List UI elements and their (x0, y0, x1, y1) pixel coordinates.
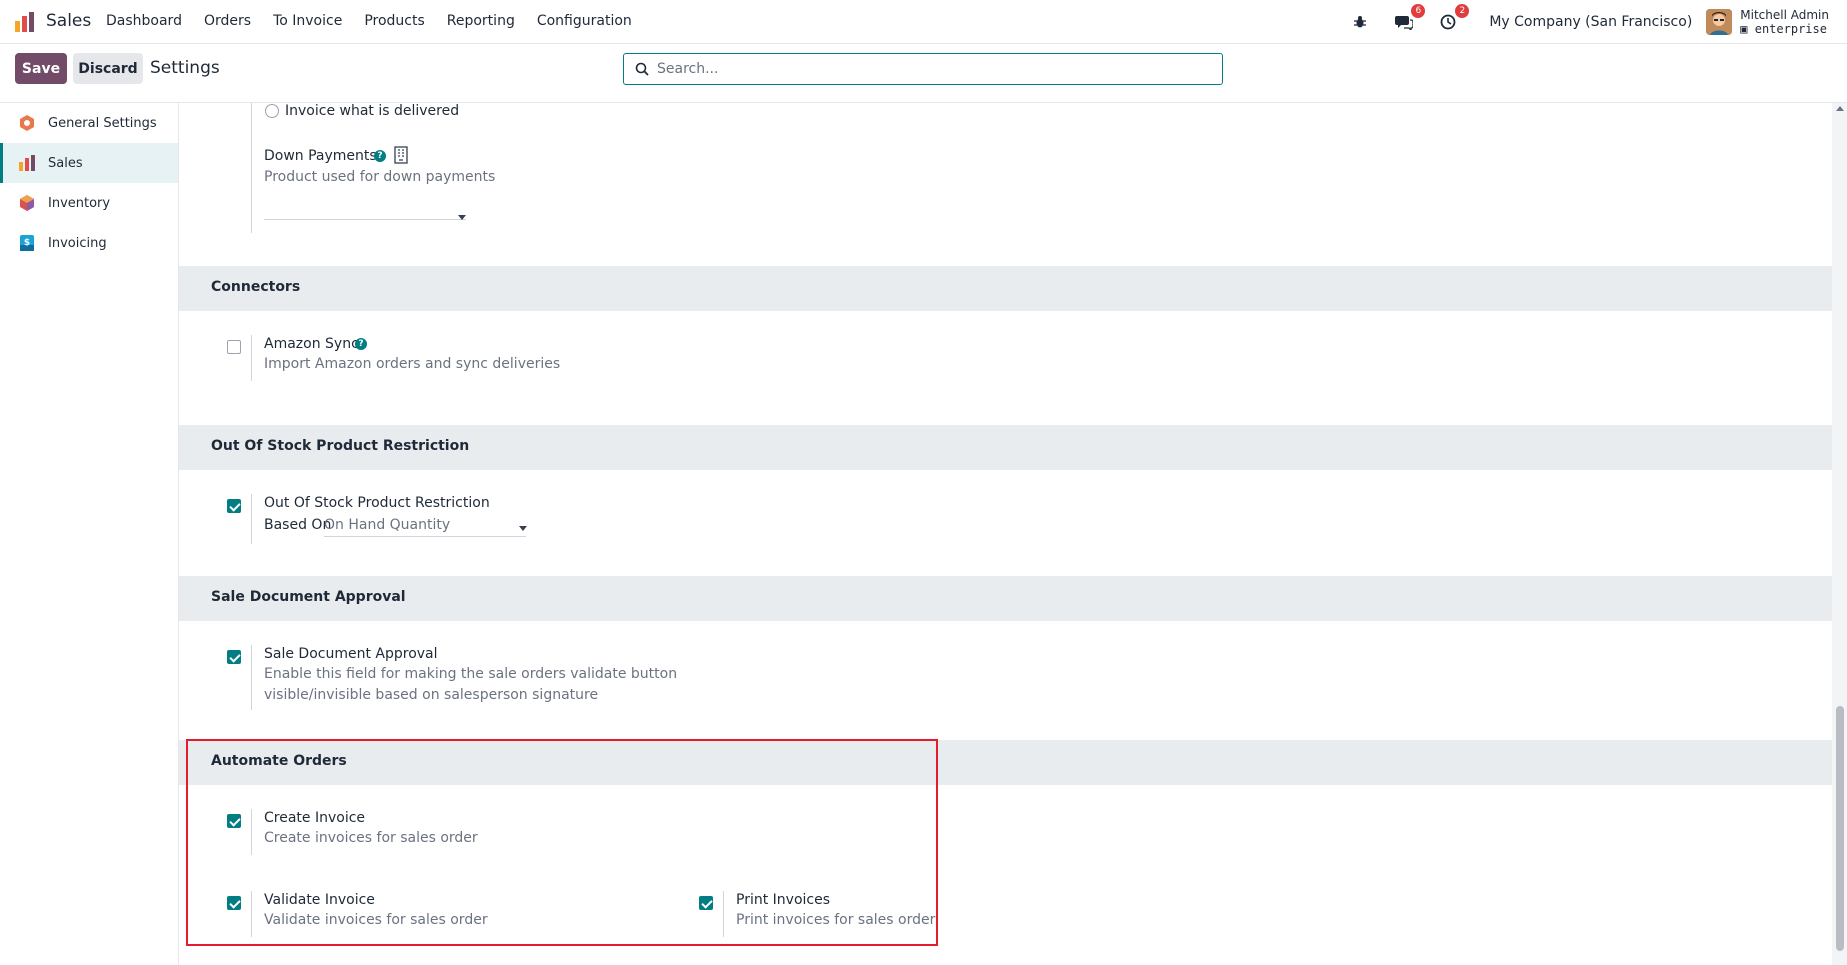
search-input[interactable] (657, 61, 1197, 77)
search-icon (635, 62, 649, 76)
chevron-down-icon (519, 526, 527, 531)
based-on-select[interactable]: On Hand Quantity (324, 515, 526, 537)
activities-clock-icon[interactable]: 2 (1437, 4, 1470, 33)
company-switcher[interactable]: My Company (San Francisco) (1489, 14, 1692, 30)
sidebar-item-label: Invoicing (48, 235, 107, 251)
database-name: ▣ enterprise (1740, 22, 1827, 36)
sales-icon (19, 155, 35, 171)
discard-button[interactable]: Discard (73, 53, 143, 84)
invoice-delivered-radio[interactable] (265, 104, 279, 118)
help-icon[interactable]: ? (355, 338, 367, 350)
save-button[interactable]: Save (15, 53, 67, 84)
print-invoices-label: Print Invoices (736, 892, 831, 908)
sale-document-approval-checkbox[interactable] (227, 650, 241, 664)
down-payment-product-select[interactable] (264, 198, 466, 220)
inventory-icon (20, 195, 34, 211)
section-connectors: Connectors (179, 266, 1832, 311)
sidebar-item-general-settings[interactable]: General Settings (0, 103, 178, 143)
page-title: Settings (150, 58, 220, 78)
user-name: Mitchell Admin (1740, 8, 1829, 22)
section-title: Connectors (211, 279, 301, 295)
sales-app-icon[interactable] (14, 11, 36, 33)
based-on-value: On Hand Quantity (324, 517, 451, 533)
sidebar-item-inventory[interactable]: Inventory (0, 183, 178, 223)
menu-products[interactable]: Products (364, 13, 424, 29)
down-payments-desc: Product used for down payments (264, 169, 496, 185)
sidebar-item-invoicing[interactable]: $ Invoicing (0, 223, 178, 263)
amazon-sync-label: Amazon Sync (264, 336, 359, 352)
section-automate-orders: Automate Orders (179, 740, 1832, 785)
create-invoice-label: Create Invoice (264, 810, 366, 826)
scroll-up-arrow-icon[interactable] (1836, 106, 1844, 111)
sidebar-item-label: Inventory (48, 195, 111, 211)
setting-divider (251, 891, 252, 937)
user-menu[interactable]: Mitchell Admin ▣ enterprise (1740, 8, 1829, 36)
print-invoices-checkbox[interactable] (699, 896, 713, 910)
validate-invoice-label: Validate Invoice (264, 892, 375, 908)
settings-sidebar: General Settings Sales Inventory $ Invoi… (0, 103, 179, 965)
create-invoice-desc: Create invoices for sales order (264, 830, 478, 846)
setting-divider (251, 645, 252, 710)
section-title: Sale Document Approval (211, 589, 406, 605)
setting-divider (251, 809, 252, 855)
out-of-stock-checkbox[interactable] (227, 499, 241, 513)
setting-divider (723, 891, 724, 937)
setting-divider (251, 335, 252, 381)
section-title: Automate Orders (211, 753, 347, 769)
navbar-systray: 6 2 My Company (San Francisco) Mitchell … (1327, 4, 1829, 38)
section-sale-document-approval: Sale Document Approval (179, 576, 1832, 621)
sale-document-approval-desc-2: visible/invisible based on salesperson s… (264, 687, 599, 703)
sale-document-approval-label: Sale Document Approval (264, 646, 438, 662)
validate-invoice-checkbox[interactable] (227, 896, 241, 910)
search-bar[interactable] (623, 53, 1223, 85)
section-out-of-stock: Out Of Stock Product Restriction (179, 425, 1832, 470)
menu-orders[interactable]: Orders (204, 13, 251, 29)
activities-badge: 2 (1455, 4, 1470, 18)
debug-bug-icon[interactable] (1349, 11, 1371, 33)
database-label: enterprise (1754, 22, 1827, 36)
building-icon (394, 146, 408, 164)
app-name[interactable]: Sales (46, 11, 91, 31)
amazon-sync-checkbox[interactable] (227, 340, 241, 354)
sidebar-item-label: Sales (48, 155, 83, 171)
invoice-delivered-label: Invoice what is delivered (285, 103, 460, 119)
scrollbar-thumb[interactable] (1836, 706, 1844, 951)
chevron-down-icon (458, 215, 466, 220)
menu-to-invoice[interactable]: To Invoice (273, 13, 342, 29)
out-of-stock-label: Out Of Stock Product Restriction (264, 495, 490, 511)
help-icon[interactable]: ? (374, 150, 386, 162)
messages-chat-icon[interactable]: 6 (1393, 4, 1426, 33)
settings-content: Invoice what is delivered Down Payments … (179, 103, 1832, 965)
setting-divider (251, 494, 252, 544)
setting-divider (251, 103, 252, 233)
user-avatar[interactable] (1706, 9, 1733, 35)
create-invoice-checkbox[interactable] (227, 814, 241, 828)
invoicing-icon: $ (20, 235, 34, 251)
top-navbar: Sales Dashboard Orders To Invoice Produc… (0, 0, 1847, 44)
control-panel: Save Discard Settings (0, 44, 1847, 103)
messages-badge: 6 (1411, 4, 1426, 18)
sale-document-approval-desc-1: Enable this field for making the sale or… (264, 666, 678, 682)
based-on-label: Based On (264, 517, 332, 533)
main-menu: Dashboard Orders To Invoice Products Rep… (106, 13, 654, 29)
sidebar-item-sales[interactable]: Sales (0, 143, 178, 183)
down-payments-label: Down Payments (264, 148, 377, 164)
svg-text:$: $ (24, 238, 30, 248)
general-settings-icon (20, 115, 34, 131)
amazon-sync-desc: Import Amazon orders and sync deliveries (264, 356, 561, 372)
print-invoices-desc: Print invoices for sales order (736, 912, 936, 928)
menu-reporting[interactable]: Reporting (447, 13, 515, 29)
sidebar-item-label: General Settings (48, 115, 157, 131)
validate-invoice-desc: Validate invoices for sales order (264, 912, 488, 928)
section-title: Out Of Stock Product Restriction (211, 438, 470, 454)
menu-dashboard[interactable]: Dashboard (106, 13, 182, 29)
menu-configuration[interactable]: Configuration (537, 13, 632, 29)
